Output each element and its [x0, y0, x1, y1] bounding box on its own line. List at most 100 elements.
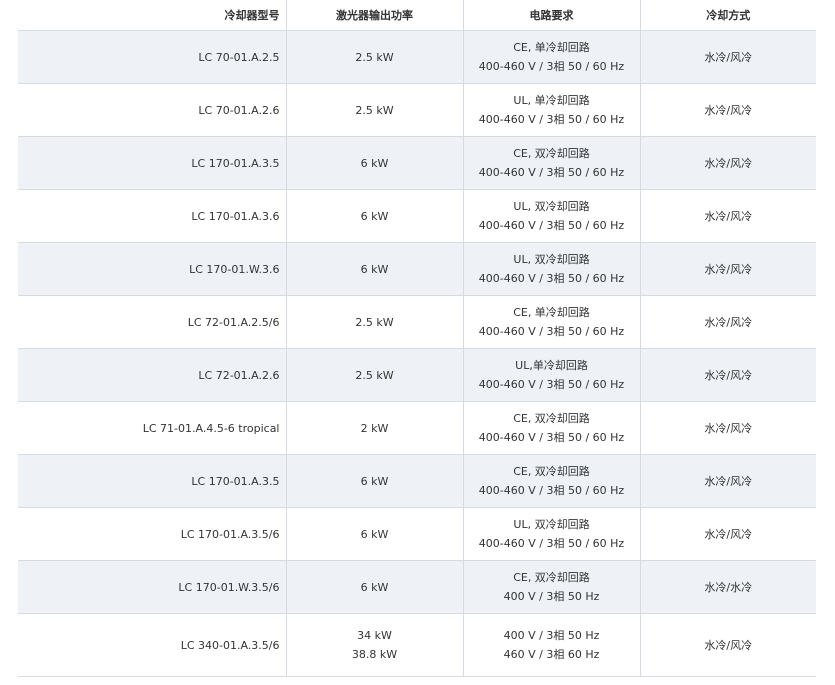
table-row: LC 70-01.A.2.6 2.5 kW UL, 单冷却回路 400-460 V /… — [18, 83, 816, 137]
cell-circuit: CE, 双冷却回路 400-460 V / 3相 50 / 60 Hz — [462, 136, 640, 190]
cell-circuit: UL, 双冷却回路 400-460 V / 3相 50 / 60 Hz — [462, 189, 640, 243]
cell-cooling-method: 水冷/风冷 — [639, 295, 816, 349]
power-line: 6 kW — [360, 580, 389, 594]
cell-cooling-method: 水冷/风冷 — [639, 454, 816, 508]
circuit-line: 400-460 V / 3相 50 / 60 Hz — [478, 378, 625, 391]
header-row: 冷却器型号 激光器输出功率 电路要求 冷却方式 — [18, 0, 816, 31]
power-line: 2.5 kW — [355, 368, 394, 382]
cell-model: LC 170-01.A.3.5/6 — [18, 507, 286, 561]
circuit-line: 400-460 V / 3相 50 / 60 Hz — [478, 272, 625, 285]
cell-laser-power: 6 kW — [285, 189, 463, 243]
cell-model: LC 170-01.A.3.5 — [18, 136, 286, 190]
circuit-line: CE, 双冷却回路 — [513, 465, 590, 478]
cell-model: LC 340-01.A.3.5/6 — [18, 613, 286, 677]
cell-model: LC 72-01.A.2.5/6 — [18, 295, 286, 349]
cell-cooling-method: 水冷/风冷 — [639, 401, 816, 455]
header-cooling-method: 冷却方式 — [639, 0, 816, 31]
table-row: LC 72-01.A.2.5/6 2.5 kW CE, 单冷却回路 400-460 V… — [18, 295, 816, 349]
table-row: LC 170-01.A.3.5 6 kW CE, 双冷却回路 400-460 V / … — [18, 136, 816, 190]
circuit-line: UL, 双冷却回路 — [513, 200, 590, 213]
table-row: LC 72-01.A.2.6 2.5 kW UL,单冷却回路 400-460 V / … — [18, 348, 816, 402]
circuit-line: UL, 双冷却回路 — [513, 253, 590, 266]
cell-circuit: CE, 双冷却回路 400 V / 3相 50 Hz — [462, 560, 640, 614]
circuit-line: 400 V / 3相 50 Hz — [503, 629, 600, 642]
cell-laser-power: 2.5 kW — [285, 30, 463, 84]
power-line: 6 kW — [360, 156, 389, 170]
table-body: LC 70-01.A.2.5 2.5 kW CE, 单冷却回路 400-460 V /… — [18, 30, 816, 677]
circuit-line: UL,单冷却回路 — [515, 359, 588, 372]
cell-laser-power: 6 kW — [285, 136, 463, 190]
circuit-line: 400-460 V / 3相 50 / 60 Hz — [478, 484, 625, 497]
cell-cooling-method: 水冷/风冷 — [639, 242, 816, 296]
table-row: LC 71-01.A.4.5-6 tropical 2 kW CE, 双冷却回路 40… — [18, 401, 816, 455]
chiller-spec-table-container: 冷却器型号 激光器输出功率 电路要求 冷却方式 LC 70-01.A.2.5 2.… — [18, 0, 816, 677]
cell-circuit: UL, 单冷却回路 400-460 V / 3相 50 / 60 Hz — [462, 83, 640, 137]
power-line: 6 kW — [360, 262, 389, 276]
circuit-line: 400-460 V / 3相 50 / 60 Hz — [478, 60, 625, 73]
cell-laser-power: 6 kW — [285, 507, 463, 561]
table-row: LC 170-01.W.3.5/6 6 kW CE, 双冷却回路 400 V / 3相… — [18, 560, 816, 614]
cell-model: LC 71-01.A.4.5-6 tropical — [18, 401, 286, 455]
cell-laser-power: 2.5 kW — [285, 295, 463, 349]
header-model: 冷却器型号 — [18, 0, 286, 31]
power-line: 2 kW — [360, 421, 389, 435]
circuit-line: 400-460 V / 3相 50 / 60 Hz — [478, 325, 625, 338]
circuit-line: 400-460 V / 3相 50 / 60 Hz — [478, 219, 625, 232]
cell-cooling-method: 水冷/风冷 — [639, 613, 816, 677]
chiller-spec-table: 冷却器型号 激光器输出功率 电路要求 冷却方式 LC 70-01.A.2.5 2.… — [18, 0, 816, 677]
table-row: LC 170-01.A.3.5/6 6 kW UL, 双冷却回路 400-460 V … — [18, 507, 816, 561]
cell-circuit: CE, 单冷却回路 400-460 V / 3相 50 / 60 Hz — [462, 30, 640, 84]
table-row: LC 170-01.W.3.6 6 kW UL, 双冷却回路 400-460 V / … — [18, 242, 816, 296]
cell-model: LC 170-01.W.3.6 — [18, 242, 286, 296]
cell-model: LC 170-01.A.3.6 — [18, 189, 286, 243]
cell-circuit: UL, 双冷却回路 400-460 V / 3相 50 / 60 Hz — [462, 507, 640, 561]
cell-cooling-method: 水冷/风冷 — [639, 83, 816, 137]
cell-cooling-method: 水冷/风冷 — [639, 507, 816, 561]
cell-laser-power: 6 kW — [285, 560, 463, 614]
cell-laser-power: 2.5 kW — [285, 348, 463, 402]
circuit-line: CE, 单冷却回路 — [513, 306, 590, 319]
table-row: LC 170-01.A.3.6 6 kW UL, 双冷却回路 400-460 V / … — [18, 189, 816, 243]
circuit-line: 400-460 V / 3相 50 / 60 Hz — [478, 113, 625, 126]
cell-model: LC 72-01.A.2.6 — [18, 348, 286, 402]
power-line: 2.5 kW — [355, 103, 394, 117]
cell-laser-power: 2 kW — [285, 401, 463, 455]
cell-model: LC 70-01.A.2.5 — [18, 30, 286, 84]
cell-cooling-method: 水冷/风冷 — [639, 348, 816, 402]
cell-cooling-method: 水冷/风冷 — [639, 189, 816, 243]
power-line: 6 kW — [360, 209, 389, 223]
cell-cooling-method: 水冷/风冷 — [639, 136, 816, 190]
circuit-line: 400-460 V / 3相 50 / 60 Hz — [478, 166, 625, 179]
table-header: 冷却器型号 激光器输出功率 电路要求 冷却方式 — [18, 0, 816, 31]
cell-circuit: UL,单冷却回路 400-460 V / 3相 50 / 60 Hz — [462, 348, 640, 402]
cell-circuit: UL, 双冷却回路 400-460 V / 3相 50 / 60 Hz — [462, 242, 640, 296]
cell-model: LC 170-01.W.3.5/6 — [18, 560, 286, 614]
power-line: 6 kW — [360, 527, 389, 541]
power-line: 38.8 kW — [351, 648, 398, 661]
cell-circuit: CE, 双冷却回路 400-460 V / 3相 50 / 60 Hz — [462, 401, 640, 455]
cell-laser-power: 6 kW — [285, 242, 463, 296]
cell-circuit: CE, 双冷却回路 400-460 V / 3相 50 / 60 Hz — [462, 454, 640, 508]
table-row: LC 170-01.A.3.5 6 kW CE, 双冷却回路 400-460 V / … — [18, 454, 816, 508]
circuit-line: UL, 双冷却回路 — [513, 518, 590, 531]
circuit-line: CE, 单冷却回路 — [513, 41, 590, 54]
table-row: LC 340-01.A.3.5/6 34 kW 38.8 kW 400 V / 3相 … — [18, 613, 816, 677]
cell-model: LC 170-01.A.3.5 — [18, 454, 286, 508]
power-line: 6 kW — [360, 474, 389, 488]
power-line: 2.5 kW — [355, 50, 394, 64]
cell-laser-power: 6 kW — [285, 454, 463, 508]
circuit-line: 400-460 V / 3相 50 / 60 Hz — [478, 431, 625, 444]
cell-circuit: 400 V / 3相 50 Hz 460 V / 3相 60 Hz — [462, 613, 640, 677]
header-circuit: 电路要求 — [462, 0, 640, 31]
cell-circuit: CE, 单冷却回路 400-460 V / 3相 50 / 60 Hz — [462, 295, 640, 349]
circuit-line: UL, 单冷却回路 — [513, 94, 590, 107]
cell-model: LC 70-01.A.2.6 — [18, 83, 286, 137]
cell-laser-power: 2.5 kW — [285, 83, 463, 137]
circuit-line: CE, 双冷却回路 — [513, 147, 590, 160]
cell-cooling-method: 水冷/风冷 — [639, 30, 816, 84]
circuit-line: 400-460 V / 3相 50 / 60 Hz — [478, 537, 625, 550]
cell-cooling-method: 水冷/水冷 — [639, 560, 816, 614]
power-line: 34 kW — [357, 629, 392, 642]
table-row: LC 70-01.A.2.5 2.5 kW CE, 单冷却回路 400-460 V /… — [18, 30, 816, 84]
circuit-line: CE, 双冷却回路 — [513, 571, 590, 584]
